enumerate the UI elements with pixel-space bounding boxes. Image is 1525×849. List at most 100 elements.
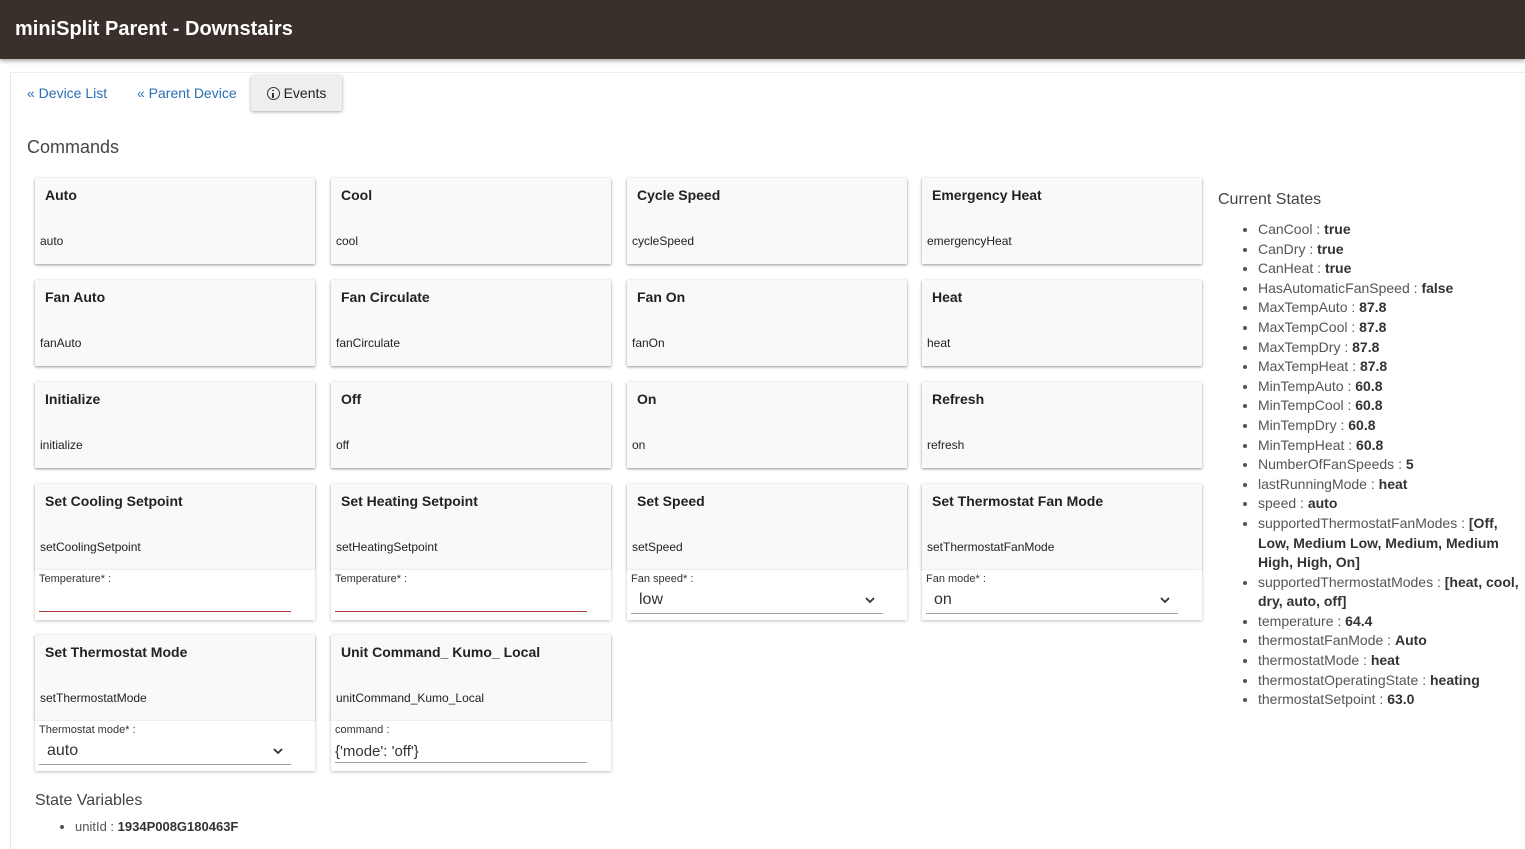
current-states-title: Current States — [1218, 191, 1322, 208]
current-state-item: MinTempCool : 60.8 — [1258, 396, 1525, 416]
command-method: unitCommand_Kumo_Local — [336, 691, 485, 705]
state-value: 64.4 — [1345, 612, 1373, 629]
state-value: heating — [1429, 671, 1480, 688]
temperature-input[interactable] — [39, 611, 291, 612]
chevron-down-icon — [273, 748, 283, 755]
top-app-bar: miniSplit Parent - Downstairs — [0, 0, 1525, 59]
command-name: Set Cooling Setpoint — [45, 493, 183, 509]
command-card-auto[interactable]: Auto auto — [35, 178, 315, 264]
state-value: 60.8 — [1355, 377, 1383, 394]
command-card-fanauto[interactable]: Fan Auto fanAuto — [35, 280, 315, 366]
state-value: Auto — [1394, 632, 1427, 649]
command-name: Heat — [932, 289, 963, 305]
state-key: supportedThermostatModes — [1258, 573, 1434, 590]
state-key: thermostatOperatingState — [1258, 671, 1419, 688]
command-name: Set Thermostat Mode — [45, 644, 188, 660]
command-method: emergencyHeat — [927, 234, 1012, 248]
state-value: heat — [1370, 652, 1400, 669]
parameter-select[interactable]: low — [631, 588, 883, 614]
command-card-fanon[interactable]: Fan On fanOn — [627, 280, 907, 366]
command-card-setcoolingsetpoint[interactable]: Set Cooling Setpoint setCoolingSetpoint — [35, 484, 315, 570]
state-value: 63.0 — [1387, 691, 1415, 708]
current-states-panel: Current States CanCool : trueCanDry : tr… — [1218, 191, 1525, 710]
command-method: fanCirculate — [336, 336, 401, 350]
state-value: 87.8 — [1352, 338, 1380, 355]
state-value: 60.8 — [1348, 416, 1376, 433]
command-name: Refresh — [932, 391, 985, 407]
command-method: cycleSpeed — [632, 234, 695, 248]
current-state-item: MaxTempCool : 87.8 — [1258, 318, 1525, 338]
state-value: 87.8 — [1359, 358, 1388, 375]
parameter-select[interactable]: auto — [39, 739, 291, 765]
command-name: Unit Command_ Kumo_ Local — [341, 644, 541, 660]
parameter-select[interactable]: on — [926, 588, 1178, 614]
state-variables-title: State Variables — [35, 792, 143, 809]
command-card-setthermostatfanmode[interactable]: Set Thermostat Fan Mode setThermostatFanM… — [922, 484, 1202, 570]
current-state-item: CanCool : true — [1258, 220, 1525, 240]
selected-value: auto — [47, 742, 79, 759]
state-value: true — [1324, 260, 1352, 277]
state-key: CanCool — [1258, 221, 1313, 237]
command-name: Fan Circulate — [341, 289, 430, 305]
current-state-item: MinTempAuto : 60.8 — [1258, 377, 1525, 397]
current-state-item: thermostatOperatingState : heating — [1258, 671, 1525, 691]
command-card-cool[interactable]: Cool cool — [331, 178, 611, 264]
command-method: heat — [927, 336, 951, 350]
parameter-label: command : — [335, 724, 390, 736]
command-card-refresh[interactable]: Refresh refresh — [922, 382, 1202, 468]
command-name: Set Thermostat Fan Mode — [932, 493, 1104, 509]
command-card-unitcommand-kumo-local[interactable]: Unit Command_ Kumo_ Local unitCommand_Kum… — [331, 635, 611, 721]
command-card-initialize[interactable]: Initialize initialize — [35, 382, 315, 468]
state-key: MaxTempAuto — [1258, 299, 1348, 316]
current-state-item: temperature : 64.4 — [1258, 612, 1525, 632]
command-name: On — [637, 391, 657, 407]
command-card-emergencyheat[interactable]: Emergency Heat emergencyHeat — [922, 178, 1202, 264]
command-method: cool — [336, 234, 359, 248]
command-name: Set Heating Setpoint — [341, 493, 478, 509]
state-value: true — [1317, 240, 1344, 257]
state-value: false — [1421, 279, 1454, 296]
command-card-setspeed[interactable]: Set Speed setSpeed — [627, 484, 907, 570]
state-key: lastRunningMode — [1258, 475, 1367, 492]
command-method: setHeatingSetpoint — [336, 540, 438, 554]
command-card-setheatingsetpoint[interactable]: Set Heating Setpoint setHeatingSetpoint — [331, 484, 611, 570]
command-input[interactable] — [335, 741, 587, 763]
parameter-label: Fan speed* : — [631, 573, 694, 585]
command-card-setthermostatmode[interactable]: Set Thermostat Mode setThermostatMode — [35, 635, 315, 721]
state-variables-panel: State Variables unitId : 1934P008G180463… — [35, 792, 238, 836]
parameter-label: Temperature* : — [335, 573, 408, 585]
command-method: setCoolingSetpoint — [40, 540, 141, 554]
events-button[interactable]: Events — [251, 75, 342, 111]
state-key: unitId — [75, 819, 107, 834]
state-value: 5 — [1405, 456, 1414, 473]
state-value: 60.8 — [1355, 397, 1383, 414]
state-key: HasAutomaticFanSpeed — [1258, 279, 1410, 296]
command-card-off[interactable]: Off off — [331, 382, 611, 468]
state-key: thermostatFanMode — [1258, 632, 1384, 649]
state-key: MinTempHeat — [1258, 436, 1345, 453]
state-key: MinTempCool — [1258, 397, 1344, 414]
command-name: Cycle Speed — [637, 187, 721, 203]
parameter-box-unitcommand-kumo-local: command : — [331, 721, 611, 771]
command-card-fancirculate[interactable]: Fan Circulate fanCirculate — [331, 280, 611, 366]
parent-device-link[interactable]: « Parent Device — [137, 85, 237, 101]
state-value: 87.8 — [1359, 318, 1387, 335]
command-method: refresh — [927, 438, 965, 452]
state-key: CanHeat — [1258, 260, 1314, 277]
command-card-on[interactable]: On on — [627, 382, 907, 468]
current-state-item: MinTempHeat : 60.8 — [1258, 436, 1525, 456]
parameter-box-setspeed: Fan speed* : low — [627, 570, 907, 620]
current-state-item: speed : auto — [1258, 494, 1525, 514]
state-key: thermostatSetpoint — [1258, 691, 1376, 708]
device-list-link[interactable]: « Device List — [27, 85, 107, 101]
parameter-label: Fan mode* : — [926, 573, 986, 585]
current-state-item: thermostatSetpoint : 63.0 — [1258, 690, 1525, 710]
command-card-cyclespeed[interactable]: Cycle Speed cycleSpeed — [627, 178, 907, 264]
current-state-item: NumberOfFanSpeeds : 5 — [1258, 455, 1525, 475]
command-name: Set Speed — [637, 493, 705, 509]
command-method: setThermostatFanMode — [927, 540, 1055, 554]
command-card-heat[interactable]: Heat heat — [922, 280, 1202, 366]
current-state-item: HasAutomaticFanSpeed : false — [1258, 279, 1525, 299]
command-name: Fan Auto — [45, 289, 106, 305]
temperature-input[interactable] — [335, 611, 587, 612]
